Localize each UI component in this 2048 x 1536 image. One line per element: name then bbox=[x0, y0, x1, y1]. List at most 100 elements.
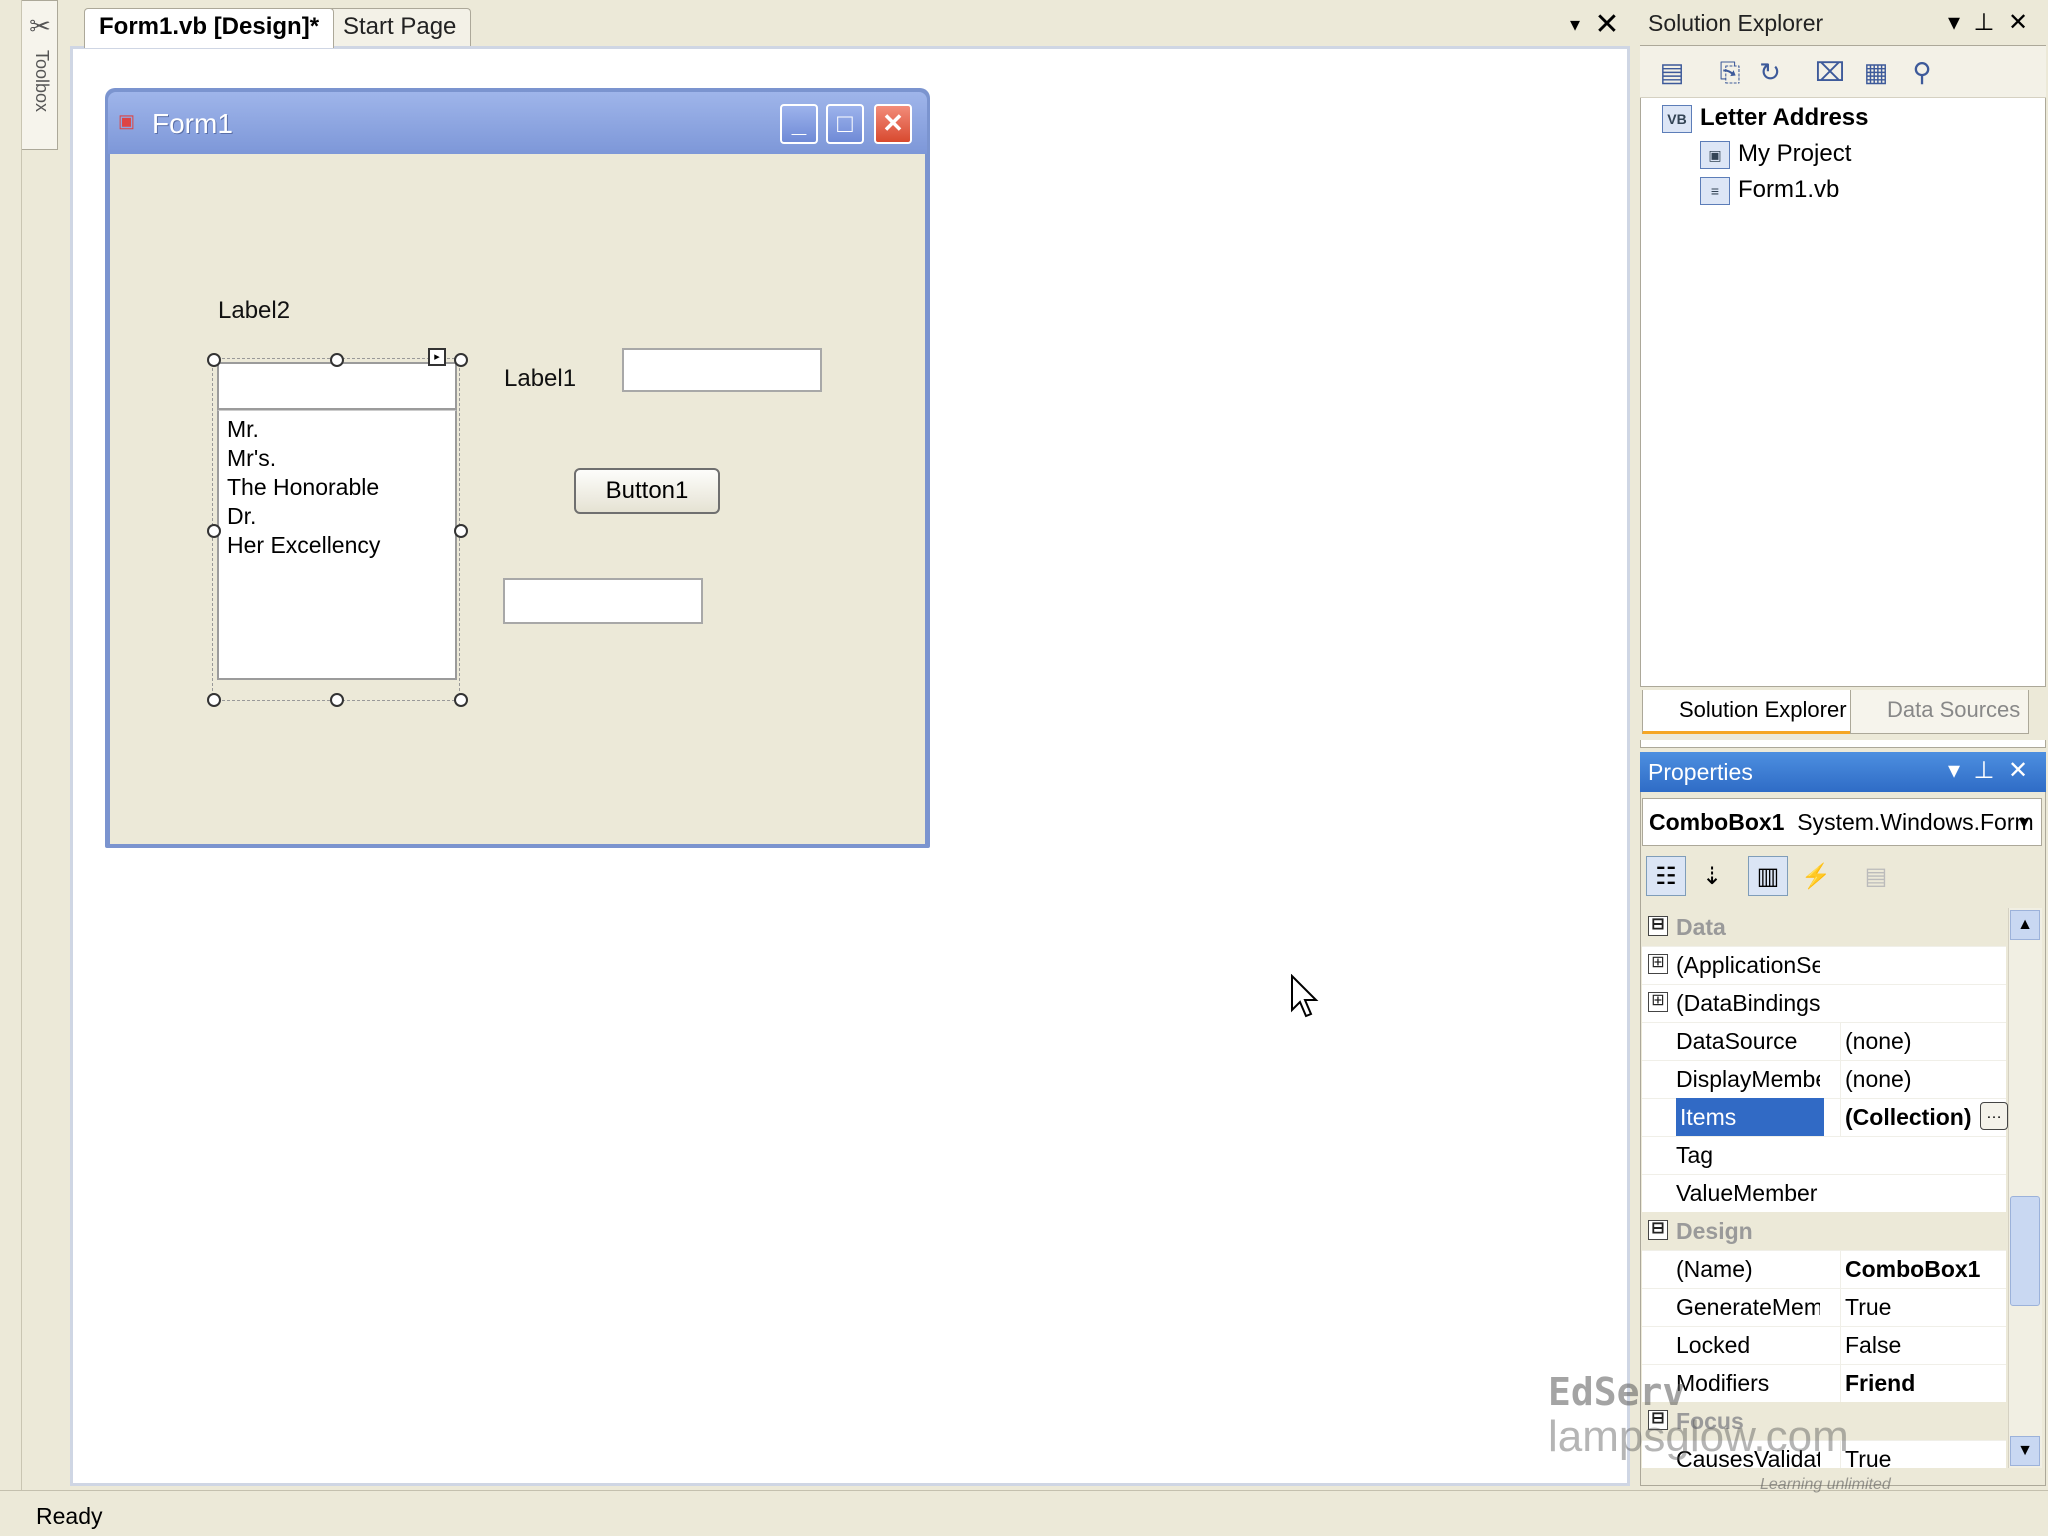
property-row[interactable]: DataSource (none) bbox=[1642, 1022, 2006, 1061]
property-row[interactable]: ⊞ (ApplicationSetti bbox=[1642, 946, 2006, 985]
property-row[interactable]: Locked False bbox=[1642, 1326, 2006, 1365]
property-row[interactable]: ValueMember bbox=[1642, 1174, 2006, 1213]
property-name: Tag bbox=[1676, 1142, 1714, 1168]
button1[interactable]: Button1 bbox=[574, 468, 720, 514]
properties-dropdown-icon[interactable]: ▾ bbox=[1940, 754, 1968, 788]
combo-item[interactable]: Dr. bbox=[227, 502, 447, 531]
alphabetical-icon[interactable]: ⇣ bbox=[1692, 856, 1732, 896]
pane-dropdown-icon[interactable]: ▾ bbox=[1940, 6, 1968, 40]
tab-list-dropdown-icon[interactable]: ▾ bbox=[1562, 10, 1588, 40]
object-name: ComboBox1 bbox=[1649, 809, 1785, 835]
tree-node-my-project[interactable]: ▣ My Project bbox=[1700, 136, 1851, 172]
expand-icon[interactable]: ⊞ bbox=[1648, 992, 1668, 1012]
object-type: System.Windows.Form bbox=[1797, 809, 2034, 835]
combo-item[interactable]: Her Excellency bbox=[227, 531, 447, 560]
class-diagram-icon[interactable]: ⚲ bbox=[1904, 54, 1940, 90]
tab-form1-design[interactable]: Form1.vb [Design]* bbox=[84, 8, 335, 48]
watermark-tagline: Learning unlimited bbox=[1760, 1476, 1891, 1493]
status-bar bbox=[0, 1490, 2048, 1536]
combo-item[interactable]: Mr's. bbox=[227, 444, 447, 473]
resize-handle-bottom[interactable] bbox=[330, 693, 344, 707]
resize-handle-top-left[interactable] bbox=[207, 353, 221, 367]
properties-page-icon[interactable]: ▤ bbox=[1654, 54, 1690, 90]
maximize-button[interactable]: □ bbox=[826, 104, 864, 144]
toolbox-icon[interactable]: ✂ bbox=[26, 10, 54, 42]
view-code-icon[interactable]: ⌧ bbox=[1812, 54, 1848, 90]
resize-handle-top-right[interactable] bbox=[454, 353, 468, 367]
property-value[interactable]: True bbox=[1840, 1288, 2006, 1326]
resize-handle-right[interactable] bbox=[454, 524, 468, 538]
property-name: ValueMember bbox=[1676, 1180, 1818, 1206]
form-file-icon: ≡ bbox=[1700, 176, 1730, 205]
my-project-icon: ▣ bbox=[1700, 140, 1730, 169]
tree-node-label: Form1.vb bbox=[1738, 176, 1840, 203]
property-value[interactable]: False bbox=[1840, 1326, 2006, 1364]
resize-handle-bottom-right[interactable] bbox=[454, 693, 468, 707]
tree-node-letter-address[interactable]: VB Letter Address bbox=[1662, 100, 1869, 136]
form-close-button[interactable]: ✕ bbox=[874, 104, 912, 144]
property-name: Data bbox=[1676, 914, 1726, 940]
property-name: (Name) bbox=[1676, 1256, 1753, 1282]
properties-view-icon[interactable]: ▥ bbox=[1748, 856, 1788, 896]
property-value[interactable]: (none) bbox=[1840, 1022, 2006, 1060]
property-value[interactable]: Friend bbox=[1840, 1364, 2006, 1402]
property-name: Modifiers bbox=[1676, 1370, 1770, 1396]
collapse-icon[interactable]: ⊟ bbox=[1648, 1220, 1668, 1240]
categorized-icon[interactable]: ☷ bbox=[1646, 856, 1686, 896]
project-icon: VB bbox=[1662, 104, 1692, 133]
tree-node-form1[interactable]: ≡ Form1.vb bbox=[1700, 172, 1839, 208]
chevron-down-icon[interactable]: ▼ bbox=[2012, 812, 2036, 836]
collapse-icon[interactable]: ⊟ bbox=[1648, 916, 1668, 936]
property-row[interactable]: Items (Collection) bbox=[1642, 1098, 2006, 1137]
scroll-down-icon[interactable]: ▼ bbox=[2010, 1436, 2040, 1466]
properties-close-icon[interactable]: ✕ bbox=[2004, 754, 2032, 788]
property-row[interactable]: Tag bbox=[1642, 1136, 2006, 1175]
refresh-icon[interactable]: ↻ bbox=[1752, 54, 1788, 90]
tab-data-sources[interactable]: Data Sources bbox=[1850, 690, 2030, 734]
property-category[interactable]: ⊟ Design bbox=[1642, 1212, 2006, 1251]
properties-pin-icon[interactable]: ⊥ bbox=[1970, 754, 1998, 788]
pin-icon[interactable]: ⊥ bbox=[1970, 6, 1998, 40]
smart-tag-icon[interactable]: ▸ bbox=[428, 348, 446, 366]
expand-icon[interactable]: ⊞ bbox=[1648, 954, 1668, 974]
resize-handle-bottom-left[interactable] bbox=[207, 693, 221, 707]
show-all-files-icon[interactable]: ⎘ bbox=[1712, 54, 1748, 90]
tab-close-icon[interactable]: ✕ bbox=[1592, 8, 1622, 42]
label1[interactable]: Label1 bbox=[504, 364, 576, 394]
textbox2[interactable] bbox=[503, 578, 703, 624]
property-row[interactable]: Modifiers Friend bbox=[1642, 1364, 2006, 1403]
label2[interactable]: Label2 bbox=[218, 296, 290, 326]
view-designer-icon[interactable]: ▦ bbox=[1858, 54, 1894, 90]
property-grid-scrollbar[interactable] bbox=[2008, 908, 2042, 1468]
property-row[interactable]: GenerateMembe True bbox=[1642, 1288, 2006, 1327]
tree-node-label: My Project bbox=[1738, 140, 1852, 167]
property-category[interactable]: ⊟ Data bbox=[1642, 908, 2006, 947]
property-value[interactable]: True bbox=[1840, 1440, 2006, 1468]
items-collection-editor-button[interactable]: … bbox=[1980, 1102, 2008, 1130]
property-row[interactable]: (Name) ComboBox1 bbox=[1642, 1250, 2006, 1289]
property-value[interactable]: ComboBox1 bbox=[1840, 1250, 2006, 1288]
combobox1-list[interactable]: Mr. Mr's. The Honorable Dr. Her Excellen… bbox=[217, 410, 457, 680]
tree-node-label: Letter Address bbox=[1700, 104, 1869, 131]
combo-item[interactable]: Mr. bbox=[227, 415, 447, 444]
tab-start-page[interactable]: Start Page bbox=[328, 8, 472, 46]
property-pages-icon: ▤ bbox=[1864, 863, 1888, 890]
textbox1[interactable] bbox=[622, 348, 822, 392]
events-icon[interactable]: ⚡ bbox=[1796, 856, 1836, 896]
combobox1-edit[interactable] bbox=[217, 362, 457, 410]
scroll-thumb[interactable] bbox=[2010, 1196, 2040, 1306]
resize-handle-top[interactable] bbox=[330, 353, 344, 367]
property-row[interactable]: DisplayMember (none) bbox=[1642, 1060, 2006, 1099]
pane-close-icon[interactable]: ✕ bbox=[2004, 6, 2032, 40]
property-value[interactable]: (none) bbox=[1840, 1060, 2006, 1098]
resize-handle-left[interactable] bbox=[207, 524, 221, 538]
property-row[interactable]: ⊞ (DataBindings) bbox=[1642, 984, 2006, 1023]
scroll-up-icon[interactable]: ▲ bbox=[2010, 910, 2040, 940]
tab-solution-explorer[interactable]: Solution Explorer bbox=[1642, 690, 1856, 734]
status-text: Ready bbox=[36, 1503, 103, 1529]
property-grid[interactable]: ⊟ Data ⊞ (ApplicationSetti ⊞ (DataBindings) Da… bbox=[1642, 908, 2006, 1468]
combo-item[interactable]: The Honorable bbox=[227, 473, 447, 502]
object-selector[interactable]: ComboBox1 System.Windows.Form bbox=[1642, 798, 2042, 846]
minimize-button[interactable]: _ bbox=[780, 104, 818, 144]
toolbox-label[interactable]: Toolbox bbox=[30, 50, 52, 150]
